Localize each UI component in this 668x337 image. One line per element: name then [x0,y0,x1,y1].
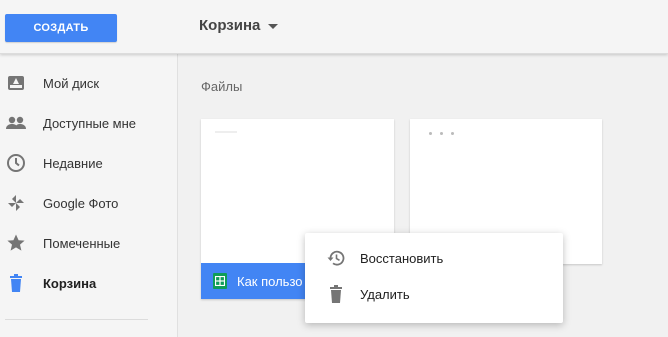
sidebar-item-label: Мой диск [43,75,100,91]
sidebar-item-trash[interactable]: Корзина [0,263,178,303]
location-dropdown[interactable]: Корзина [199,17,279,34]
sidebar-item-google-photos[interactable]: Google Фото [0,183,178,223]
drive-icon [5,72,27,94]
sheets-icon [213,273,227,289]
sidebar-item-shared[interactable]: Доступные мне [0,103,178,143]
context-menu: Восстановить Удалить [305,233,563,323]
restore-history-icon [326,248,346,268]
sidebar-item-my-drive[interactable]: Мой диск [0,63,178,103]
section-title: Файлы [201,79,243,94]
sidebar-item-label: Доступные мне [43,115,137,131]
sidebar-item-label: Google Фото [43,195,119,211]
trash-icon [5,272,27,294]
sidebar-item-label: Помеченные [43,235,121,251]
star-icon [5,232,27,254]
sidebar: Мой диск Доступные мне Недавние Google Ф… [0,54,178,337]
menu-item-label: Удалить [360,286,410,302]
create-button[interactable]: СОЗДАТЬ [5,14,117,42]
sidebar-item-label: Корзина [43,275,97,291]
menu-item-label: Восстановить [360,250,444,266]
clock-icon [5,152,27,174]
pinwheel-icon [5,192,27,214]
file-name: Как пользо [237,273,303,289]
sidebar-item-label: Недавние [43,155,103,171]
sidebar-item-starred[interactable]: Помеченные [0,223,178,263]
caret-down-icon [268,24,279,29]
top-bar: СОЗДАТЬ Корзина [0,0,668,54]
people-icon [5,112,27,134]
trash-icon [326,284,346,304]
thumbnail-preview [215,131,237,133]
menu-item-restore[interactable]: Восстановить [305,240,563,276]
sidebar-item-recent[interactable]: Недавние [0,143,178,183]
location-title: Корзина [199,17,261,34]
sidebar-divider [5,319,148,320]
thumbnail-preview [429,132,454,135]
menu-item-delete[interactable]: Удалить [305,276,563,312]
